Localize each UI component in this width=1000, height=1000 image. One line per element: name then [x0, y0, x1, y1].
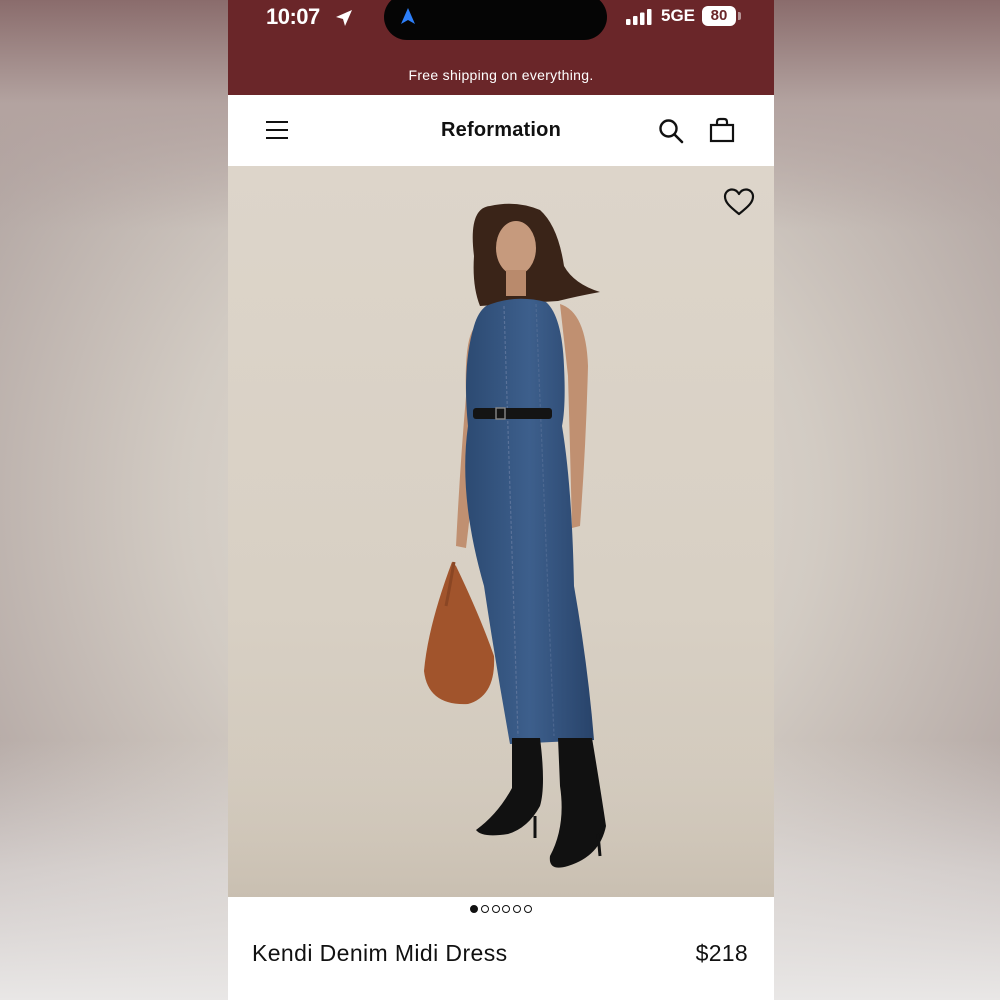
battery-tip [738, 12, 741, 20]
heart-icon[interactable] [723, 187, 755, 217]
product-name[interactable]: Kendi Denim Midi Dress [252, 940, 508, 967]
carousel-dot[interactable] [491, 905, 500, 913]
carousel-dot[interactable] [523, 905, 532, 913]
menu-icon[interactable] [266, 119, 288, 141]
product-info: Kendi Denim Midi Dress $218 [228, 897, 774, 1000]
search-icon[interactable] [658, 118, 684, 144]
carousel-dot[interactable] [513, 905, 522, 913]
promo-banner[interactable]: Free shipping on everything. [228, 60, 774, 95]
dynamic-island [384, 0, 607, 40]
product-image-carousel[interactable] [228, 166, 774, 897]
location-arrow-icon [336, 10, 352, 26]
product-photo [228, 203, 774, 897]
product-price: $218 [695, 940, 748, 966]
site-header: Reformation [228, 95, 774, 166]
navigation-arrow-icon [401, 8, 415, 24]
carousel-dot[interactable] [480, 905, 489, 913]
signal-bars-icon [626, 9, 652, 25]
bag-icon[interactable] [709, 117, 735, 143]
status-bar: 10:07 5GE 80 [228, 0, 774, 60]
brand-logo[interactable]: Reformation [228, 95, 774, 166]
network-type: 5GE [661, 6, 696, 25]
carousel-dot[interactable] [502, 905, 511, 913]
status-time: 10:07 [266, 4, 320, 29]
phone-screen: 10:07 5GE 80 Free shipping on everything… [228, 0, 774, 1000]
battery-indicator: 80 [702, 6, 736, 26]
carousel-dots [228, 905, 774, 913]
carousel-dot[interactable] [470, 905, 479, 913]
